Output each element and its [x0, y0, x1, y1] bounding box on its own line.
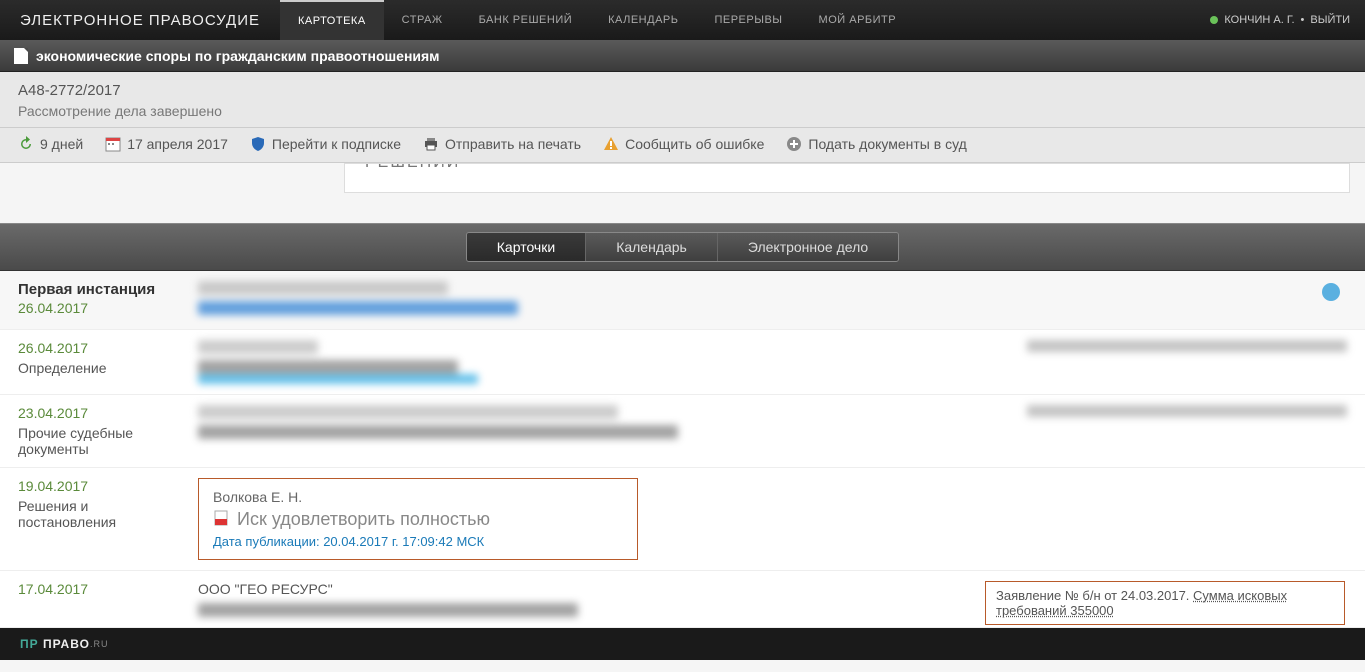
footer-logo-prefix: ПР [20, 637, 39, 651]
event-row[interactable]: 26.04.2017 Определение [0, 330, 1365, 395]
blurred-content [198, 340, 1007, 384]
tool-print[interactable]: Отправить на печать [423, 136, 581, 152]
footer-logo-text: ПРАВО [43, 637, 90, 651]
case-status: Рассмотрение дела завершено [18, 103, 1347, 119]
event-date: 23.04.2017 [18, 405, 178, 421]
user-name: КОНЧИН А. Г. [1224, 14, 1294, 26]
nav-item-calendar[interactable]: КАЛЕНДАРЬ [590, 0, 696, 40]
event-row-highlighted[interactable]: 19.04.2017 Решения и постановления Волко… [0, 468, 1365, 571]
print-icon [423, 136, 439, 152]
event-date: 19.04.2017 [18, 478, 178, 494]
subscribe-label: Перейти к подписке [272, 136, 401, 152]
tool-subscribe[interactable]: Перейти к подписке [250, 136, 401, 152]
event-type: Решения и постановления [18, 498, 178, 530]
warning-icon [603, 136, 619, 152]
calendar-icon [105, 136, 121, 152]
partial-label: РЕШЕНИЙ [365, 163, 460, 172]
separator: • [1301, 14, 1305, 26]
brand-title: ЭЛЕКТРОННОЕ ПРАВОСУДИЕ [0, 0, 280, 40]
tool-submit[interactable]: Подать документы в суд [786, 136, 966, 152]
submit-label: Подать документы в суд [808, 136, 966, 152]
blurred-right [1027, 340, 1347, 384]
claim-box: Заявление № б/н от 24.03.2017. Сумма иск… [985, 581, 1345, 625]
partial-section: РЕШЕНИЙ [344, 163, 1350, 193]
case-toolbar: 9 дней 17 апреля 2017 Перейти к подписке… [0, 128, 1365, 163]
events-list: Первая инстанция 26.04.2017 26.04.2017 О… [0, 271, 1365, 628]
logout-link[interactable]: ВЫЙТИ [1310, 14, 1350, 26]
claim-prefix: Заявление № б/н от 24.03.2017. [996, 588, 1193, 603]
pdf-icon [213, 510, 229, 529]
shield-icon [250, 136, 266, 152]
top-nav: ЭЛЕКТРОННОЕ ПРАВОСУДИЕ КАРТОТЕКА СТРАЖ Б… [0, 0, 1365, 40]
footer-logo-suffix: .RU [90, 639, 109, 649]
refresh-icon [18, 136, 34, 152]
days-label: 9 дней [40, 136, 83, 152]
instance-date: 26.04.2017 [18, 300, 178, 316]
nav-item-breaks[interactable]: ПЕРЕРЫВЫ [696, 0, 800, 40]
plus-circle-icon [786, 136, 802, 152]
blurred-content [198, 281, 1347, 319]
case-type-label: экономические споры по гражданским право… [36, 48, 440, 64]
blurred-content [198, 405, 1007, 457]
nav-menu: КАРТОТЕКА СТРАЖ БАНК РЕШЕНИЙ КАЛЕНДАРЬ П… [280, 0, 914, 40]
view-tabs: Карточки Календарь Электронное дело [466, 232, 899, 262]
footer: ПР ПРАВО.RU [0, 628, 1365, 660]
event-pubdate: Дата публикации: 20.04.2017 г. 17:09:42 … [213, 534, 623, 549]
event-type: Определение [18, 360, 178, 376]
status-dot-icon [1322, 283, 1340, 301]
print-label: Отправить на печать [445, 136, 581, 152]
tab-calendar[interactable]: Календарь [586, 233, 718, 261]
nav-item-arbitr[interactable]: МОЙ АРБИТР [801, 0, 915, 40]
event-date: 26.04.2017 [18, 340, 178, 356]
instance-header-row: Первая инстанция 26.04.2017 [0, 271, 1365, 330]
event-author: Волкова Е. Н. [213, 489, 623, 505]
tool-report[interactable]: Сообщить об ошибке [603, 136, 764, 152]
date-label: 17 апреля 2017 [127, 136, 228, 152]
user-block: КОНЧИН А. Г. • ВЫЙТИ [1195, 0, 1365, 40]
event-date: 17.04.2017 [18, 581, 178, 597]
document-icon [14, 48, 28, 64]
event-row[interactable]: 23.04.2017 Прочие судебные документы [0, 395, 1365, 468]
case-header: А48-2772/2017 Рассмотрение дела завершен… [0, 72, 1365, 128]
report-label: Сообщить об ошибке [625, 136, 764, 152]
tab-cards[interactable]: Карточки [467, 233, 586, 261]
tool-date[interactable]: 17 апреля 2017 [105, 136, 228, 152]
event-title[interactable]: Иск удовлетворить полностью [237, 509, 490, 530]
nav-item-bank[interactable]: БАНК РЕШЕНИЙ [461, 0, 591, 40]
blurred-right [1027, 405, 1347, 457]
instance-label: Первая инстанция [18, 281, 178, 298]
event-body-highlighted: Волкова Е. Н. Иск удовлетворить полность… [198, 478, 638, 560]
tab-ecase[interactable]: Электронное дело [718, 233, 898, 261]
online-dot-icon [1210, 16, 1218, 24]
case-number: А48-2772/2017 [18, 82, 1347, 99]
nav-item-kartoteka[interactable]: КАРТОТЕКА [280, 0, 384, 40]
event-row[interactable]: 17.04.2017 ООО "ГЕО РЕСУРС" Заявление № … [0, 571, 1365, 628]
event-type: Прочие судебные документы [18, 425, 178, 457]
tool-days[interactable]: 9 дней [18, 136, 83, 152]
view-tabs-wrap: Карточки Календарь Электронное дело [0, 223, 1365, 271]
nav-item-strazh[interactable]: СТРАЖ [384, 0, 461, 40]
case-type-bar: экономические споры по гражданским право… [0, 40, 1365, 72]
